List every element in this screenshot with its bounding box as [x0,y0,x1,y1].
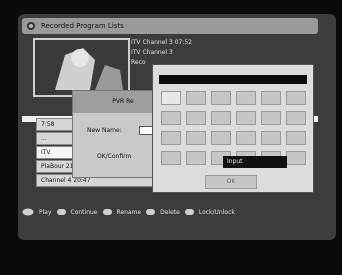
key[interactable] [211,111,231,125]
preview-thumbnail [33,38,130,97]
key[interactable] [161,151,181,165]
key[interactable] [236,91,256,105]
key[interactable] [261,111,281,125]
recording-icon [27,22,35,30]
key[interactable] [261,131,281,145]
keyboard-input-field[interactable] [159,75,307,84]
key[interactable] [286,91,306,105]
key-grid [161,91,307,165]
delete-remote-icon [146,209,156,215]
key[interactable] [286,151,306,165]
help-play: Play [39,208,52,216]
key[interactable] [211,131,231,145]
key[interactable] [161,91,181,105]
title-bar: Recorded Program Lists [22,18,318,34]
help-rename: Rename [116,208,142,216]
play-remote-icon [22,208,34,216]
key[interactable] [236,131,256,145]
key[interactable] [211,91,231,105]
confirm-label[interactable]: OK/Confirm [97,153,131,160]
key[interactable] [261,91,281,105]
on-screen-keyboard: Input OK [152,64,314,193]
info-line-2: ITV Channel 3 [131,49,173,56]
rename-remote-icon [102,209,112,215]
key[interactable] [286,131,306,145]
key[interactable] [186,111,206,125]
info-line-1: ITV Channel 3 07:52 [131,39,193,46]
key[interactable] [236,111,256,125]
key[interactable] [161,111,181,125]
ok-button[interactable]: OK [205,175,257,189]
new-name-label: New Name: [87,127,122,134]
preview-image-icon [35,40,128,95]
help-bar: Play Continue Rename Delete Lock/Unlock [22,206,318,218]
lock-remote-icon [184,209,194,215]
help-continue: Continue [70,208,98,216]
page-title: Recorded Program Lists [41,22,124,30]
help-delete: Delete [160,208,180,216]
continue-remote-icon [56,209,66,215]
key[interactable] [286,111,306,125]
help-lock: Lock/Unlock [198,208,235,216]
key[interactable] [186,91,206,105]
key[interactable] [161,131,181,145]
key[interactable] [186,131,206,145]
input-key[interactable]: Input [223,156,287,168]
key[interactable] [186,151,206,165]
